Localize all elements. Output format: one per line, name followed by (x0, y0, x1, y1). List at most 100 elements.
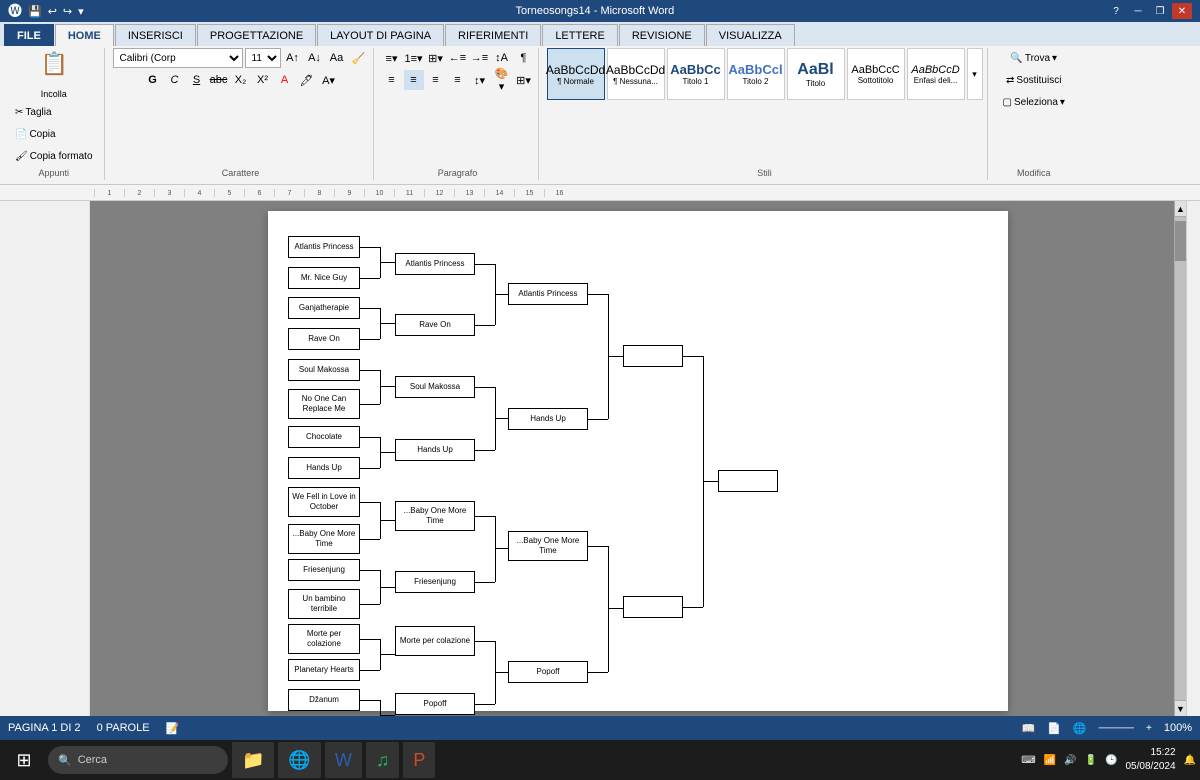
subscript-button[interactable]: X₂ (231, 70, 251, 90)
show-marks-button[interactable]: ¶ (514, 48, 534, 68)
copia-formato-button[interactable]: 🖌 Copia formato (8, 146, 100, 166)
font-size-select[interactable]: 11 (245, 48, 281, 68)
incolla-button[interactable]: 📋 Incolla (34, 48, 74, 100)
taskbar-right: ⌨ 📶 🔊 🔋 🕒 15:22 05/08/2024 🔔 (1021, 746, 1196, 774)
r1-3: Ganjatherapie (288, 297, 360, 319)
r1-13: Morte per colazione (288, 624, 360, 654)
battery-icon: 🔋 (1085, 755, 1097, 766)
tab-file[interactable]: FILE (4, 24, 54, 46)
r1-5: Soul Makossa (288, 359, 360, 381)
line-spacing-button[interactable]: ↕▾ (470, 70, 490, 90)
italic-button[interactable]: C (165, 70, 185, 90)
tab-visualizza[interactable]: VISUALIZZA (706, 24, 795, 46)
language-icon: 📝 (166, 722, 180, 735)
copia-button[interactable]: 📄 Copia (8, 124, 100, 144)
font-color-button[interactable]: A (275, 70, 295, 90)
underline-button[interactable]: S (187, 70, 207, 90)
close-button[interactable]: ✕ (1172, 3, 1192, 19)
borders-button[interactable]: ⊞▾ (514, 70, 534, 90)
justify-button[interactable]: ≡ (448, 70, 468, 90)
taskbar-spotify[interactable]: ♫ (366, 742, 400, 778)
multilevel-button[interactable]: ⊞▾ (426, 48, 446, 68)
notification-icon[interactable]: 🔔 (1184, 755, 1196, 766)
taskbar: ⊞ 🔍 Cerca 📁 🌐 W ♫ P ⌨ 📶 🔊 🔋 🕒 15:22 05/0… (0, 740, 1200, 780)
style-nessuna[interactable]: AaBbCcDd ¶ Nessuna... (607, 48, 665, 100)
print-layout-icon[interactable]: 📄 (1047, 722, 1061, 735)
taskbar-word[interactable]: W (325, 742, 362, 778)
increase-indent-button[interactable]: →≡ (470, 48, 490, 68)
clear-format-button[interactable]: 🧹 (349, 48, 369, 68)
help-button[interactable]: ? (1106, 3, 1126, 19)
font-shrink-button[interactable]: A↓ (305, 48, 325, 68)
scroll-thumb[interactable] (1175, 221, 1186, 261)
style-more[interactable]: ▾ (967, 48, 983, 100)
tab-progettazione[interactable]: PROGETTAZIONE (197, 24, 316, 46)
tab-home[interactable]: HOME (55, 24, 114, 46)
incolla-icon: 📋 (41, 51, 68, 76)
decrease-indent-button[interactable]: ←≡ (448, 48, 468, 68)
highlight-button[interactable]: 🖊 (297, 70, 317, 90)
group-modifica: 🔍 Trova ▾ ⇄ Sostituisci ▢ Seleziona ▾ Mo… (992, 48, 1076, 180)
r1-7: Chocolate (288, 426, 360, 448)
scroll-down[interactable]: ▼ (1175, 700, 1186, 716)
align-right-button[interactable]: ≡ (426, 70, 446, 90)
sort-button[interactable]: ↕A (492, 48, 512, 68)
style-normale[interactable]: AaBbCcDd ¶ Normale (547, 48, 605, 100)
powerpoint-icon: P (413, 750, 425, 771)
document-area[interactable]: Atlantis Princess Mr. Nice Guy Ganjather… (90, 201, 1186, 716)
trova-button[interactable]: 🔍 Trova ▾ (1003, 48, 1064, 68)
scrollbar[interactable]: ▲ ▼ (1174, 201, 1186, 716)
incolla-label: Incolla (41, 89, 67, 99)
text-color-button[interactable]: A▾ (319, 70, 339, 90)
taglia-button[interactable]: ✂ Taglia (8, 102, 100, 122)
tab-riferimenti[interactable]: RIFERIMENTI (445, 24, 541, 46)
tab-layout[interactable]: LAYOUT DI PAGINA (317, 24, 444, 46)
formato-icon: 🖌 (15, 151, 28, 162)
r4-2 (623, 596, 683, 618)
style-sottotitolo[interactable]: AaBbCcC Sottotitolo (847, 48, 905, 100)
style-titolo[interactable]: AaBl Titolo (787, 48, 845, 100)
font-grow-button[interactable]: A↑ (283, 48, 303, 68)
explorer-icon: 📁 (242, 750, 264, 771)
taskbar-powerpoint[interactable]: P (403, 742, 435, 778)
tab-inserisci[interactable]: INSERISCI (115, 24, 196, 46)
seleziona-icon: ▢ (1003, 97, 1012, 108)
start-button[interactable]: ⊞ (4, 742, 44, 778)
font-name-select[interactable]: Calibri (Corp (113, 48, 243, 68)
strikethrough-button[interactable]: abc (209, 70, 229, 90)
case-button[interactable]: Aa (327, 48, 347, 68)
r1-1: Atlantis Princess (288, 236, 360, 258)
bold-button[interactable]: G (143, 70, 163, 90)
style-titolo1[interactable]: AaBbCc Titolo 1 (667, 48, 725, 100)
right-panel (1186, 201, 1200, 716)
minimize-button[interactable]: ─ (1128, 3, 1148, 19)
seleziona-button[interactable]: ▢ Seleziona ▾ (996, 92, 1072, 112)
tab-revisione[interactable]: REVISIONE (619, 24, 705, 46)
search-bar[interactable]: 🔍 Cerca (48, 746, 228, 774)
r2-6: Friesenjung (395, 571, 475, 593)
r1-10: ...Baby One More Time (288, 524, 360, 554)
bullets-button[interactable]: ≡▾ (382, 48, 402, 68)
r1-15: Džanum (288, 689, 360, 711)
style-gallery: AaBbCcDd ¶ Normale AaBbCcDd ¶ Nessuna...… (547, 48, 983, 100)
shading-button[interactable]: 🎨▾ (492, 70, 512, 90)
style-enfasi[interactable]: AaBbCcD Enfasi deli... (907, 48, 965, 100)
web-layout-icon[interactable]: 🌐 (1073, 722, 1087, 735)
status-bar: PAGINA 1 DI 2 0 PAROLE 📝 📖 📄 🌐 ───── + 1… (0, 716, 1200, 740)
numbering-button[interactable]: 1≡▾ (404, 48, 424, 68)
r1-8: Hands Up (288, 457, 360, 479)
superscript-button[interactable]: X² (253, 70, 273, 90)
align-left-button[interactable]: ≡ (382, 70, 402, 90)
main-area: Atlantis Princess Mr. Nice Guy Ganjather… (0, 201, 1200, 716)
tab-lettere[interactable]: LETTERE (542, 24, 618, 46)
ruler: 1 2 3 4 5 6 7 8 9 10 11 12 13 14 15 16 (0, 185, 1200, 201)
sostituisci-button[interactable]: ⇄ Sostituisci (999, 70, 1068, 90)
restore-button[interactable]: ❐ (1150, 3, 1170, 19)
scroll-up[interactable]: ▲ (1175, 201, 1186, 217)
r2-5: ...Baby One More Time (395, 501, 475, 531)
style-titolo2[interactable]: AaBbCcl Titolo 2 (727, 48, 785, 100)
read-mode-icon[interactable]: 📖 (1021, 722, 1035, 735)
taskbar-chrome[interactable]: 🌐 (278, 742, 320, 778)
align-center-button[interactable]: ≡ (404, 70, 424, 90)
taskbar-explorer[interactable]: 📁 (232, 742, 274, 778)
